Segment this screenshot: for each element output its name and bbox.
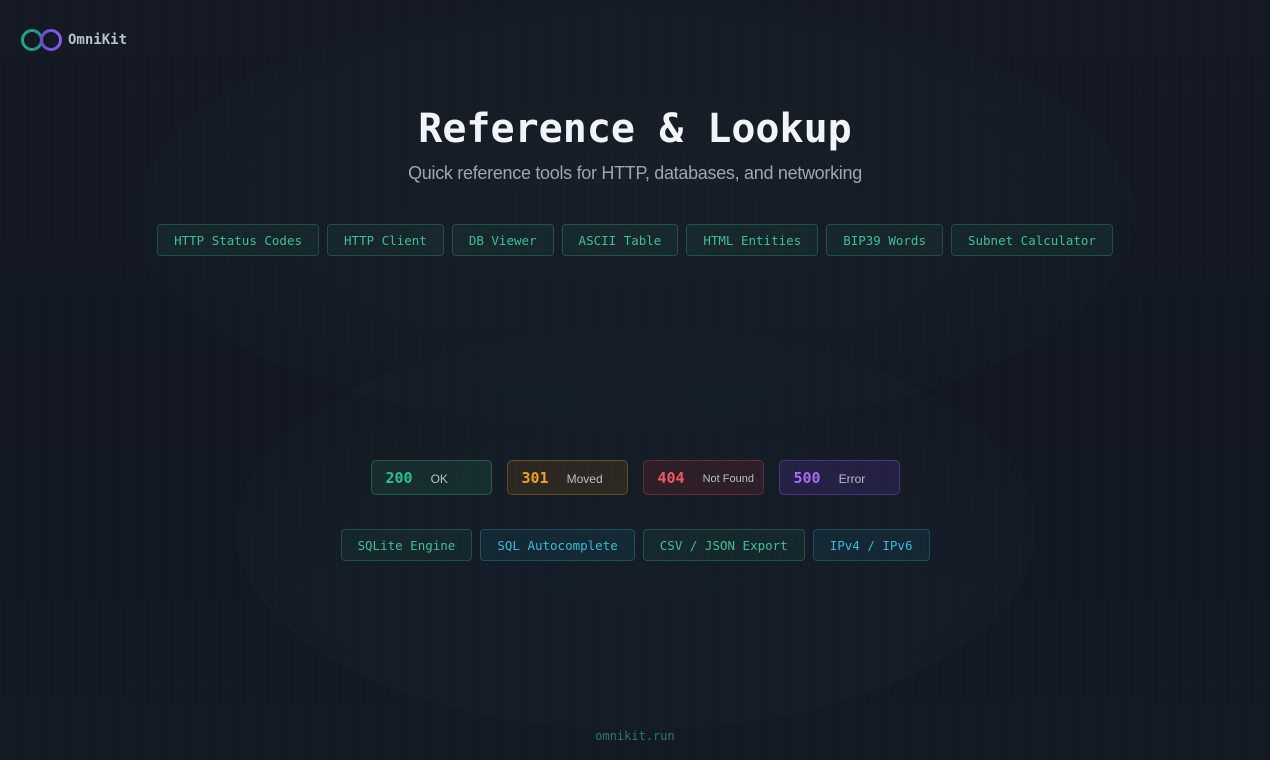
tool-links: HTTP Status Codes HTTP Client DB Viewer …	[0, 224, 1270, 256]
feature-csv-json-export: CSV / JSON Export	[642, 529, 805, 561]
status-label: OK	[430, 471, 448, 486]
status-code: 301	[521, 468, 549, 487]
status-label: Moved	[566, 471, 603, 486]
tool-html-entities[interactable]: HTML Entities	[686, 224, 819, 256]
infinity-rings-icon	[21, 29, 62, 51]
feature-sql-autocomplete: SQL Autocomplete	[480, 529, 635, 561]
page-title: Reference & Lookup	[418, 106, 852, 152]
tool-bip39-words[interactable]: BIP39 Words	[826, 224, 943, 256]
status-badge-301: 301 Moved	[506, 460, 628, 495]
status-code: 200	[385, 468, 413, 487]
feature-tags: SQLite Engine SQL Autocomplete CSV / JSO…	[0, 529, 1270, 561]
tool-http-client[interactable]: HTTP Client	[327, 224, 444, 256]
status-code-preview: 200 OK 301 Moved 404 Not Found 500 Error	[0, 460, 1270, 495]
brand-logo[interactable]: OmniKit	[20, 28, 127, 52]
footer-link[interactable]: omnikit.run	[0, 729, 1270, 743]
tool-subnet-calculator[interactable]: Subnet Calculator	[950, 224, 1113, 256]
status-label: Not Found	[702, 472, 754, 485]
status-code: 500	[793, 468, 821, 487]
status-label: Error	[838, 471, 866, 486]
feature-ipv4-ipv6: IPv4 / IPv6	[812, 529, 930, 561]
status-badge-200: 200 OK	[370, 460, 492, 495]
tool-http-status-codes[interactable]: HTTP Status Codes	[157, 224, 320, 256]
brand-name: OmniKit	[68, 32, 128, 48]
status-badge-404: 404 Not Found	[642, 460, 764, 495]
page-subtitle: Quick reference tools for HTTP, database…	[408, 163, 862, 183]
tool-ascii-table[interactable]: ASCII Table	[561, 224, 679, 256]
status-code: 404	[657, 468, 685, 487]
tool-db-viewer[interactable]: DB Viewer	[451, 224, 554, 256]
status-badge-500: 500 Error	[778, 460, 900, 495]
feature-sqlite-engine: SQLite Engine	[340, 529, 473, 561]
